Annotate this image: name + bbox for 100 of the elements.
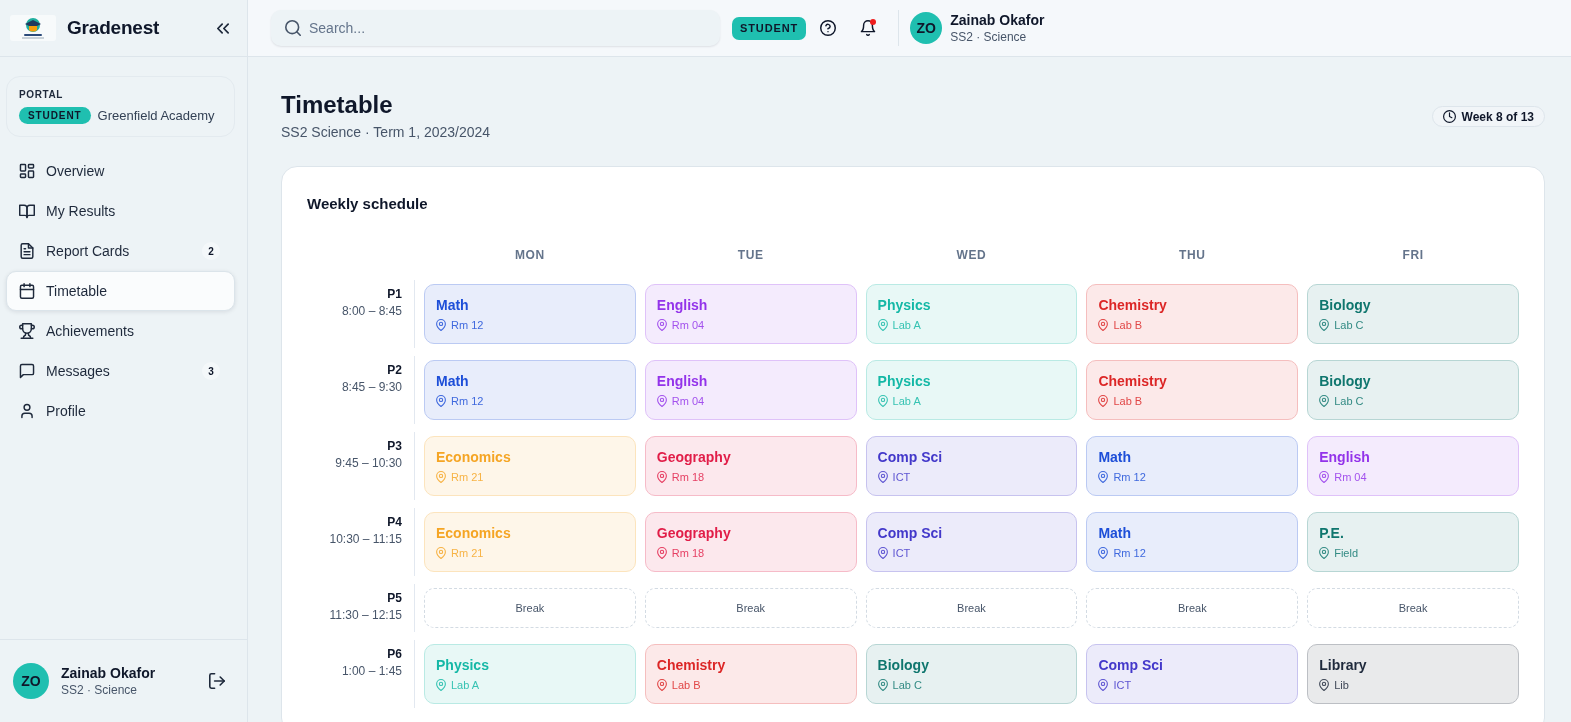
subject-name: Math bbox=[1098, 448, 1133, 466]
subject-name: Comp Sci bbox=[877, 448, 944, 466]
room-name: ICT bbox=[892, 470, 911, 484]
break-slot: Break bbox=[644, 588, 857, 628]
map-pin-icon bbox=[1098, 395, 1109, 407]
subject-name: English bbox=[656, 296, 709, 314]
room-name: Field bbox=[1334, 546, 1359, 560]
day-header: MON bbox=[515, 248, 545, 262]
user-name: Zainab Okafor bbox=[950, 11, 1045, 29]
period-time: 8:45 – 9:30 bbox=[341, 379, 402, 395]
person-icon bbox=[19, 403, 35, 419]
period-time: 1:00 – 1:45 bbox=[341, 663, 402, 679]
map-pin-icon bbox=[436, 547, 446, 559]
count-badge: 2 bbox=[202, 242, 220, 260]
room-name: Lab B bbox=[1113, 394, 1143, 408]
week-label: Week 8 of 13 bbox=[1461, 109, 1534, 124]
room-name: Rm 04 bbox=[671, 394, 705, 408]
logo-icon bbox=[10, 15, 56, 41]
map-pin-icon bbox=[1098, 547, 1109, 559]
room-name: Rm 18 bbox=[671, 546, 705, 560]
break-slot: Break bbox=[424, 588, 636, 628]
room-name: Lab A bbox=[892, 394, 921, 408]
nav-item[interactable]: Messages 3 bbox=[6, 351, 235, 391]
map-pin-icon bbox=[656, 547, 667, 559]
subject-name: English bbox=[1319, 448, 1371, 466]
period-time: 9:45 – 10:30 bbox=[335, 455, 402, 471]
bell-icon bbox=[860, 20, 877, 36]
chat-icon bbox=[19, 363, 35, 379]
school-name: Greenfield Academy bbox=[97, 108, 215, 123]
room-name: Lab C bbox=[1334, 394, 1364, 408]
subject-name: Chemistry bbox=[1098, 296, 1168, 314]
map-pin-icon bbox=[656, 679, 667, 691]
day-header: THU bbox=[1179, 248, 1206, 262]
portal-label: PORTAL bbox=[19, 88, 64, 102]
logout-button[interactable] bbox=[209, 673, 225, 689]
subject-name: Chemistry bbox=[1098, 372, 1168, 390]
day-header: TUE bbox=[737, 248, 764, 262]
room-name: Rm 21 bbox=[451, 470, 484, 484]
room-name: Rm 04 bbox=[671, 318, 705, 332]
subject-name: Math bbox=[1098, 524, 1133, 542]
room-name: Lab B bbox=[1113, 318, 1143, 332]
nav-item[interactable]: Profile bbox=[6, 391, 235, 431]
subject-name: Math bbox=[436, 372, 470, 390]
count-badge: 3 bbox=[202, 362, 220, 380]
logout-icon bbox=[209, 673, 225, 689]
map-pin-icon bbox=[877, 319, 888, 331]
subject-name: Physics bbox=[436, 656, 490, 674]
room-name: Rm 12 bbox=[451, 318, 484, 332]
subject-name: Comp Sci bbox=[1098, 656, 1164, 674]
nav-item[interactable]: Achievements bbox=[6, 311, 235, 351]
map-pin-icon bbox=[877, 395, 888, 407]
nav-item[interactable]: Overview bbox=[6, 151, 235, 191]
clock-icon bbox=[1442, 110, 1456, 123]
room-name: ICT bbox=[892, 546, 911, 560]
page-subtitle: SS2 Science · Term 1, 2023/2024 bbox=[281, 123, 491, 141]
role-badge: STUDENT bbox=[19, 107, 91, 124]
subject-name: Economics bbox=[436, 524, 512, 542]
room-name: Rm 12 bbox=[1113, 546, 1146, 560]
search-field[interactable]: Search... bbox=[271, 10, 720, 46]
room-name: Rm 12 bbox=[451, 394, 484, 408]
trophy-icon bbox=[19, 323, 35, 339]
subject-name: Biology bbox=[1319, 296, 1372, 314]
room-name: Rm 12 bbox=[1113, 470, 1146, 484]
period-label: P4 bbox=[387, 515, 402, 529]
period-label: P6 bbox=[387, 647, 402, 661]
room-name: Lab A bbox=[451, 678, 480, 692]
nav-item[interactable]: Report Cards 2 bbox=[6, 231, 235, 271]
subject-name: Biology bbox=[877, 656, 930, 674]
period-label: P3 bbox=[387, 439, 402, 453]
room-name: Lib bbox=[1334, 678, 1349, 692]
nav-item[interactable]: My Results bbox=[6, 191, 235, 231]
subject-name: English bbox=[656, 372, 709, 390]
brand-name: Gradenest bbox=[67, 17, 160, 39]
map-pin-icon bbox=[1319, 319, 1330, 331]
day-header: WED bbox=[956, 248, 987, 262]
map-pin-icon bbox=[877, 471, 888, 483]
subject-name: Physics bbox=[877, 296, 932, 314]
dashboard-icon bbox=[19, 163, 35, 179]
map-pin-icon bbox=[656, 471, 667, 483]
nav-item[interactable]: Timetable bbox=[6, 271, 235, 311]
book-icon bbox=[19, 203, 35, 219]
user-avatar: ZO bbox=[13, 663, 49, 699]
map-pin-icon bbox=[656, 319, 667, 331]
card-title: Weekly schedule bbox=[307, 194, 429, 214]
room-name: Rm 04 bbox=[1334, 470, 1367, 484]
room-name: Lab B bbox=[671, 678, 701, 692]
map-pin-icon bbox=[1319, 679, 1330, 691]
role-badge: STUDENT bbox=[732, 16, 807, 40]
break-slot: Break bbox=[1307, 588, 1519, 628]
period-time: 10:30 – 11:15 bbox=[329, 531, 402, 547]
document-icon bbox=[19, 243, 35, 259]
subject-name: Geography bbox=[656, 524, 732, 542]
room-name: ICT bbox=[1113, 678, 1132, 692]
map-pin-icon bbox=[436, 395, 446, 407]
map-pin-icon bbox=[877, 547, 888, 559]
user-avatar: ZO bbox=[910, 12, 943, 44]
search-icon bbox=[285, 20, 301, 36]
period-label: P5 bbox=[387, 591, 402, 605]
user-class: SS2 · Science bbox=[950, 29, 1028, 45]
map-pin-icon bbox=[436, 319, 446, 331]
